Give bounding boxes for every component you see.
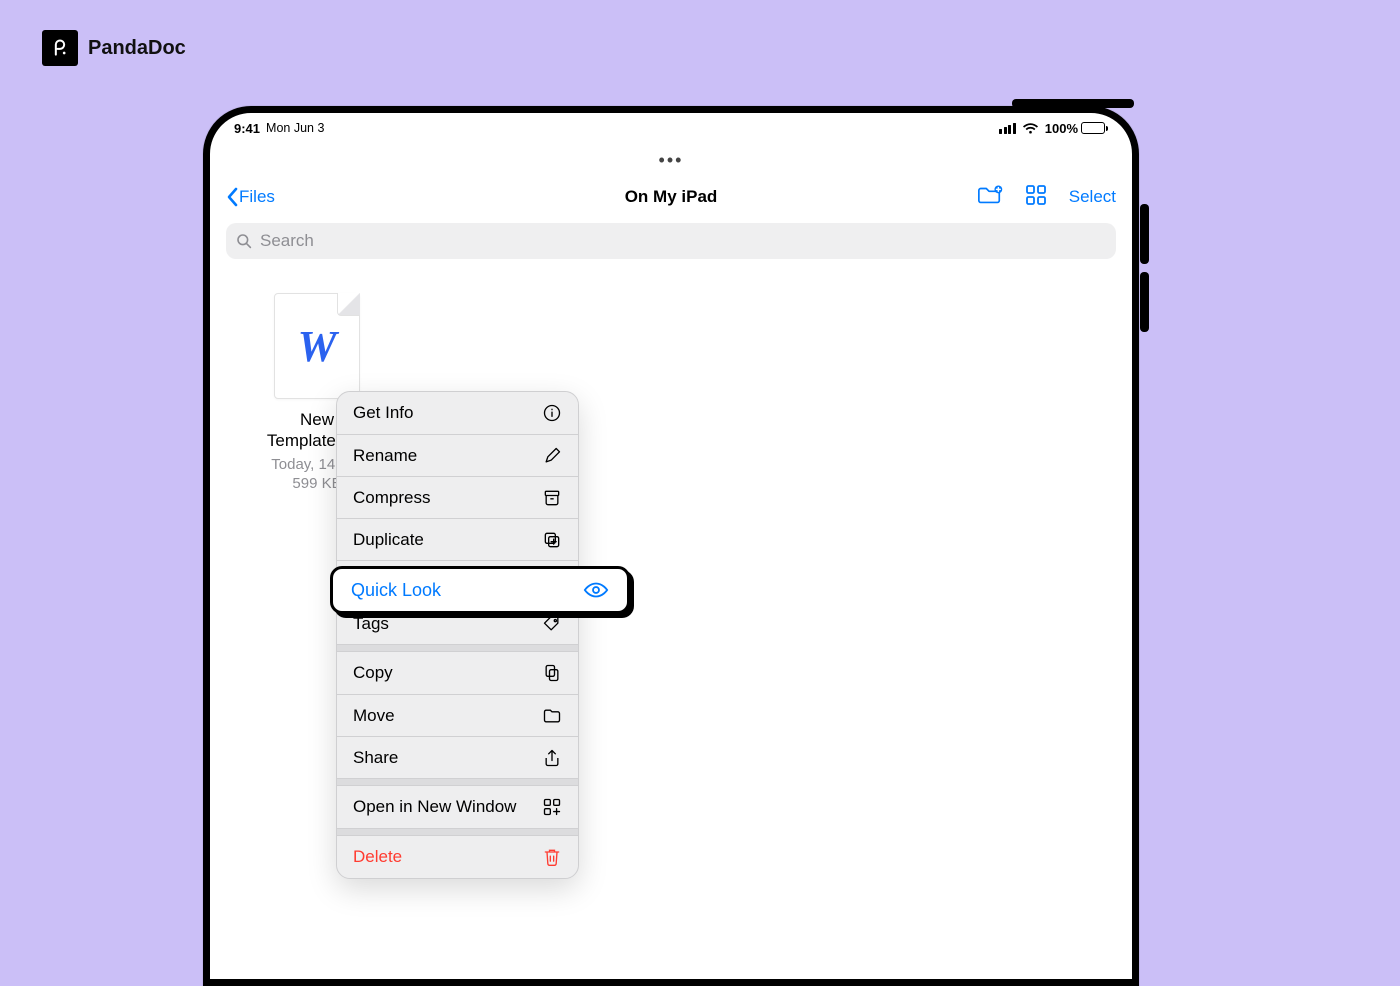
- search-icon: [236, 233, 252, 249]
- new-folder-button[interactable]: [977, 184, 1003, 211]
- menu-quick-look[interactable]: Quick Look: [330, 566, 630, 614]
- menu-move[interactable]: Move: [337, 694, 578, 736]
- trash-icon: [542, 847, 562, 867]
- folder-icon: [542, 706, 562, 726]
- document-icon: W: [274, 293, 360, 399]
- eye-icon: [583, 580, 609, 600]
- duplicate-icon: [542, 530, 562, 550]
- grid-add-icon: [542, 797, 562, 817]
- menu-share[interactable]: Share: [337, 736, 578, 778]
- view-options-button[interactable]: [1025, 184, 1047, 211]
- search-input[interactable]: [258, 230, 1106, 252]
- chevron-left-icon: [226, 187, 240, 207]
- page-title: On My iPad: [625, 187, 718, 207]
- nav-bar: Files On My iPad Select: [210, 177, 1132, 217]
- cellular-icon: [999, 123, 1016, 134]
- copy-icon: [542, 663, 562, 683]
- menu-compress[interactable]: Compress: [337, 476, 578, 518]
- pandadoc-logo-icon: [42, 30, 78, 66]
- pencil-icon: [542, 446, 562, 466]
- share-icon: [542, 748, 562, 768]
- ipad-device: 9:41 Mon Jun 3 100% ••• Files: [203, 106, 1139, 986]
- select-button[interactable]: Select: [1069, 187, 1116, 207]
- archive-icon: [542, 488, 562, 508]
- back-button[interactable]: Files: [226, 187, 275, 207]
- ipad-volume-down: [1140, 272, 1149, 332]
- tag-icon: [542, 614, 562, 634]
- info-icon: [542, 403, 562, 423]
- battery-percentage: 100%: [1045, 121, 1078, 136]
- multitask-ellipsis-icon[interactable]: •••: [210, 157, 1132, 163]
- context-menu: Get Info Rename Compress Duplicate Tags: [336, 391, 579, 879]
- ipad-volume-up: [1140, 204, 1149, 264]
- pandadoc-badge: PandaDoc: [42, 30, 186, 66]
- back-label: Files: [239, 187, 275, 207]
- search-field[interactable]: [226, 223, 1116, 259]
- menu-copy[interactable]: Copy: [337, 652, 578, 694]
- menu-duplicate[interactable]: Duplicate: [337, 518, 578, 560]
- status-date: Mon Jun 3: [266, 121, 324, 135]
- menu-rename[interactable]: Rename: [337, 434, 578, 476]
- battery-icon: [1081, 122, 1105, 134]
- menu-get-info[interactable]: Get Info: [337, 392, 578, 434]
- pandadoc-label: PandaDoc: [88, 37, 186, 60]
- status-bar: 9:41 Mon Jun 3 100%: [210, 113, 1132, 139]
- menu-open-new-window[interactable]: Open in New Window: [337, 786, 578, 828]
- menu-delete[interactable]: Delete: [337, 836, 578, 878]
- status-time: 9:41: [234, 121, 260, 136]
- wifi-icon: [1022, 122, 1039, 134]
